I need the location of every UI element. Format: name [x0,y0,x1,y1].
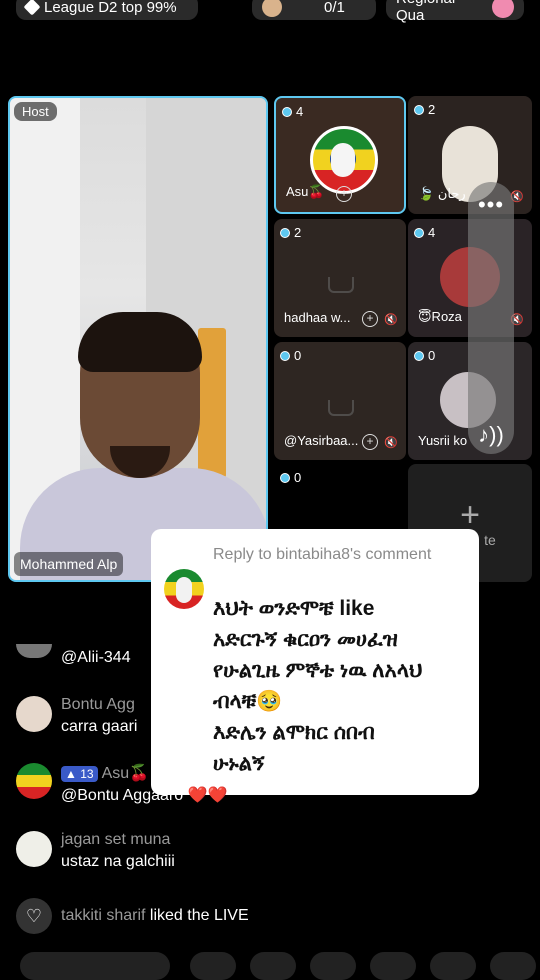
liked-user: takkiti sharif [61,907,146,924]
avatar [16,763,52,799]
guest-tile-5[interactable]: 0 @Yasirbaa... + 🔇 [274,342,406,460]
guest-name: hadhaa w... [284,310,351,325]
comment-message: @Bontu Aggaaro ❤️❤️ [61,787,228,804]
host-tag: Host [14,102,57,121]
comment-user: ▲ 13 Asu🍒 [61,763,149,783]
comment-message: carra gaari [61,718,138,735]
reply-text: እህት ወንድሞቼ like አድርጉኝ ቁርዐን መሀፈዝ የሁልጊዜ ምኞቴ… [213,597,423,775]
guest-name: Asu🍒 [286,184,325,199]
add-icon[interactable]: + [362,434,378,450]
guest-count: 0 [414,348,435,363]
guest-tile-3[interactable]: 2 hadhaa w... + 🔇 [274,219,406,337]
guest-name: Yusrii ko [418,433,468,448]
diamond-icon [23,0,41,16]
add-icon[interactable]: + [362,311,378,327]
guest-count: 4 [414,225,435,240]
bottom-toolbar [0,952,540,980]
guest-name: 😇Roza [418,309,462,324]
trophy-icon [492,0,514,18]
liked-action: liked the LIVE [149,907,249,924]
avatar [16,831,52,867]
add-icon[interactable]: + [336,186,352,202]
reply-comment-popup[interactable]: Reply to bintabiha8's comment እህት ወንድሞቼ … [151,529,479,795]
counter-label: 0/1 [324,0,345,16]
host-name: Mohammed Alp [14,552,124,576]
guest-tile-1[interactable]: 4 Asu🍒 + [274,96,406,214]
cup-icon [328,277,354,293]
avatar [16,644,52,658]
heart-icon: ♡ [16,898,52,934]
side-control-panel[interactable]: ••• ♪)) [468,182,514,454]
guest-count: 2 [414,102,435,117]
comment-user: jagan set muna [61,831,171,848]
comment-user: Bontu Agg [61,696,135,713]
guest-count: 2 [280,225,301,240]
regional-label: Regional Qua [396,0,455,24]
plus-icon: + [460,496,480,534]
counter-pill[interactable]: 0/1 [252,0,376,20]
more-options-icon[interactable]: ••• [468,192,514,218]
reply-header: Reply to bintabiha8's comment [213,546,432,563]
commenter-avatar [164,569,204,609]
league-label: League D2 top 99% [44,0,177,16]
guest-name: 🍃 رحان [418,186,466,201]
mic-off-icon: 🔇 [384,437,398,449]
guest-count: 0 [280,470,301,485]
level-badge: ▲ 13 [61,766,98,782]
comment-message: ustaz na galchiii [61,853,175,870]
avatar [16,696,52,732]
cup-icon [328,400,354,416]
regional-pill[interactable]: Regional Qua [386,0,524,24]
music-icon[interactable]: ♪)) [468,422,514,448]
league-pill[interactable]: League D2 top 99% [16,0,198,20]
guest-count: 0 [280,348,301,363]
guest-name: @Yasirbaa... [284,433,359,448]
gift-icon [262,0,282,17]
host-video-tile[interactable]: Host Mohammed Alp [8,96,268,582]
invite-label: te [484,532,496,548]
guest-count: 4 [282,104,303,119]
comment-message: @Alii-344 [61,649,131,666]
mic-off-icon: 🔇 [384,314,398,326]
